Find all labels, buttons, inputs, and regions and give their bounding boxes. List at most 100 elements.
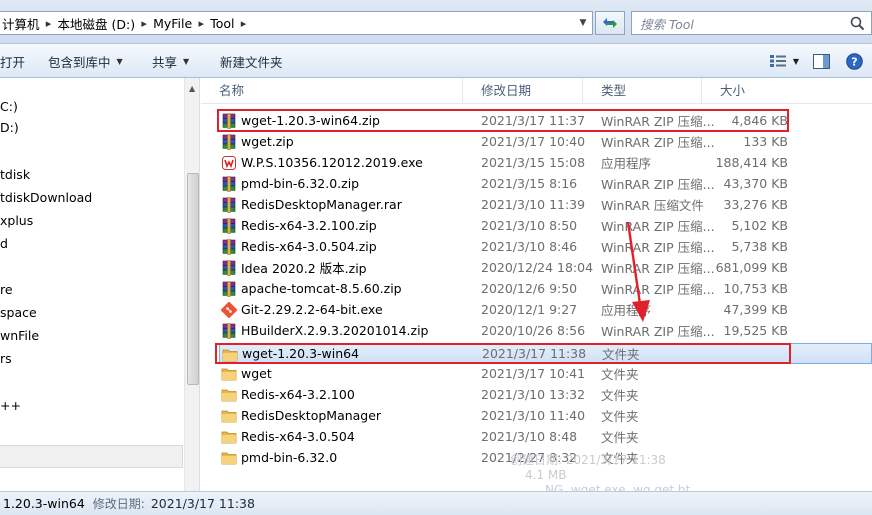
file-modified-date: 2021/3/17 10:40 <box>481 134 586 149</box>
chevron-right-icon[interactable]: ▸ <box>42 17 56 30</box>
folder-row[interactable]: wget-1.20.3-win64 2021/3/17 11:38 文件夹 <box>219 343 872 364</box>
nav-item[interactable]: xplus <box>0 211 33 231</box>
file-modified-date: 2021/3/10 11:39 <box>481 197 586 212</box>
nav-item[interactable]: wnFile <box>0 326 39 346</box>
file-modified-date: 2021/3/10 8:46 <box>481 239 578 254</box>
open-label: 打开 <box>0 54 26 70</box>
file-name: apache-tomcat-8.5.60.zip <box>241 281 402 296</box>
chevron-right-icon[interactable]: ▸ <box>194 17 208 30</box>
file-name: Redis-x64-3.0.504 <box>241 429 355 444</box>
file-type: 文件夹 <box>601 409 639 424</box>
share-button[interactable]: 共享 ▼ <box>152 44 189 78</box>
nav-item[interactable]: space <box>0 303 37 323</box>
file-row[interactable]: RedisDesktopManager.rar 2021/3/10 11:39 Wi… <box>219 194 872 215</box>
view-controls: ▼ ? <box>769 44 872 78</box>
breadcrumb-drive-d[interactable]: 本地磁盘 (D:) <box>56 12 138 34</box>
file-modified-date: 2021/3/17 11:38 <box>482 346 587 361</box>
folder-row[interactable]: RedisDesktopManager 2021/3/10 11:40 文件夹 <box>219 405 872 426</box>
down-arrow-annotation <box>626 221 650 322</box>
chevron-down-icon: ▼ <box>792 56 799 66</box>
nav-selected-item[interactable] <box>0 445 183 468</box>
chevron-right-icon[interactable]: ▸ <box>236 17 250 30</box>
chevron-right-icon[interactable]: ▸ <box>137 17 151 30</box>
file-modified-date: 2021/3/10 11:40 <box>481 408 586 423</box>
file-name: pmd-bin-6.32.0.zip <box>241 176 360 191</box>
search-placeholder: 搜索 Tool <box>640 16 694 32</box>
breadcrumb[interactable]: 计算机 ▸ 本地磁盘 (D:) ▸ MyFile ▸ Tool ▸ ▼ <box>0 11 593 35</box>
file-size: 681,099 KB <box>715 260 788 275</box>
nav-item[interactable]: re <box>0 280 13 300</box>
file-name: RedisDesktopManager <box>241 408 382 423</box>
file-name: HBuilderX.2.9.3.20201014.zip <box>241 323 429 338</box>
file-row[interactable]: pmd-bin-6.32.0.zip 2021/3/15 8:16 WinRAR Z… <box>219 173 872 194</box>
file-row[interactable]: W.P.S.10356.12012.2019.exe 2021/3/15 15:0… <box>219 152 872 173</box>
folder-row[interactable]: wget 2021/3/17 10:41 文件夹 <box>219 363 872 384</box>
refresh-button[interactable] <box>595 11 625 35</box>
file-row[interactable]: Git-2.29.2.2-64-bit.exe 2020/12/1 9:27 应用程… <box>219 299 872 320</box>
column-header-modified[interactable]: 修改日期 <box>463 78 583 104</box>
folder-icon <box>221 408 237 424</box>
address-bar: 计算机 ▸ 本地磁盘 (D:) ▸ MyFile ▸ Tool ▸ ▼ 搜索 T… <box>0 0 872 44</box>
winrar-rar-icon <box>221 197 237 213</box>
search-icon[interactable] <box>850 16 865 31</box>
file-name: pmd-bin-6.32.0 <box>241 450 338 465</box>
folder-icon <box>221 366 237 382</box>
status-bar: 1.20.3-win64 修改日期: 2021/3/17 11:38 <box>0 491 872 515</box>
new-folder-button[interactable]: 新建文件夹 <box>220 44 283 78</box>
file-modified-date: 2021/3/17 10:41 <box>481 366 586 381</box>
file-size: 188,414 KB <box>715 155 788 170</box>
preview-pane-button[interactable] <box>813 53 830 69</box>
file-size: 43,370 KB <box>723 176 788 191</box>
folder-row[interactable]: Redis-x64-3.0.504 2021/3/10 8:48 文件夹 <box>219 426 872 447</box>
file-name: Redis-x64-3.0.504.zip <box>241 239 377 254</box>
include-in-library-button[interactable]: 包含到库中 ▼ <box>48 44 123 78</box>
file-type: 文件夹 <box>601 388 639 403</box>
folder-icon <box>222 347 238 363</box>
scroll-up-icon[interactable]: ▲ <box>189 84 195 93</box>
git-exe-icon <box>220 301 238 319</box>
nav-item[interactable]: d <box>0 234 8 254</box>
folder-row[interactable]: Redis-x64-3.2.100 2021/3/10 13:32 文件夹 <box>219 384 872 405</box>
chevron-down-icon: ▼ <box>183 56 190 66</box>
search-input[interactable]: 搜索 Tool <box>631 11 872 35</box>
breadcrumb-computer[interactable]: 计算机 <box>0 12 42 34</box>
file-row[interactable]: wget-1.20.3-win64.zip 2021/3/17 11:37 WinR… <box>219 110 872 131</box>
file-row[interactable]: HBuilderX.2.9.3.20201014.zip 2020/10/26 8… <box>219 320 872 341</box>
breadcrumb-tool[interactable]: Tool <box>208 12 236 34</box>
file-type: 文件夹 <box>602 347 640 362</box>
nav-item[interactable]: ++ <box>0 396 21 416</box>
help-icon: ? <box>846 52 863 70</box>
nav-item[interactable]: tdiskDownload <box>0 188 92 208</box>
file-row[interactable]: Idea 2020.2 版本.zip 2020/12/24 18:04 WinRAR… <box>219 257 872 278</box>
chevron-down-icon[interactable]: ▼ <box>574 12 592 34</box>
file-type: WinRAR ZIP 压缩... <box>601 177 715 192</box>
help-button[interactable]: ? <box>846 52 863 70</box>
nav-item[interactable]: D:) <box>0 118 19 138</box>
change-view-button[interactable]: ▼ <box>769 54 799 68</box>
command-bar: 打开 包含到库中 ▼ 共享 ▼ 新建文件夹 ▼ ? <box>0 44 872 78</box>
column-header-type[interactable]: 类型 <box>583 78 702 104</box>
file-name: wget-1.20.3-win64 <box>242 346 360 361</box>
file-modified-date: 2021/3/10 8:48 <box>481 429 578 444</box>
scrollbar-thumb[interactable] <box>187 173 199 385</box>
file-name: Redis-x64-3.2.100 <box>241 387 355 402</box>
open-button[interactable]: 打开 <box>0 44 25 78</box>
status-modified-value: 2021/3/17 11:38 <box>150 496 255 511</box>
file-modified-date: 2021/3/15 15:08 <box>481 155 586 170</box>
file-row[interactable]: Redis-x64-3.0.504.zip 2021/3/10 8:46 WinRA… <box>219 236 872 257</box>
nav-item[interactable]: C:) <box>0 97 18 117</box>
file-row[interactable]: wget.zip 2021/3/17 10:40 WinRAR ZIP 压缩... 1… <box>219 131 872 152</box>
breadcrumb-myfile[interactable]: MyFile <box>151 12 194 34</box>
column-header-name[interactable]: 名称 <box>201 78 463 104</box>
file-modified-date: 2020/12/1 9:27 <box>481 302 578 317</box>
file-name: W.P.S.10356.12012.2019.exe <box>241 155 423 170</box>
file-size: 133 KB <box>743 134 788 149</box>
nav-scrollbar[interactable]: ▲ <box>184 78 199 491</box>
nav-item[interactable]: rs <box>0 349 12 369</box>
nav-item[interactable]: tdisk <box>0 165 30 185</box>
column-header-size[interactable]: 大小 <box>702 78 786 104</box>
file-name: Redis-x64-3.2.100.zip <box>241 218 377 233</box>
file-row[interactable]: apache-tomcat-8.5.60.zip 2020/12/6 9:50 Wi… <box>219 278 872 299</box>
file-row[interactable]: Redis-x64-3.2.100.zip 2021/3/10 8:50 WinRA… <box>219 215 872 236</box>
status-item-name: 1.20.3-win64 <box>3 496 85 511</box>
